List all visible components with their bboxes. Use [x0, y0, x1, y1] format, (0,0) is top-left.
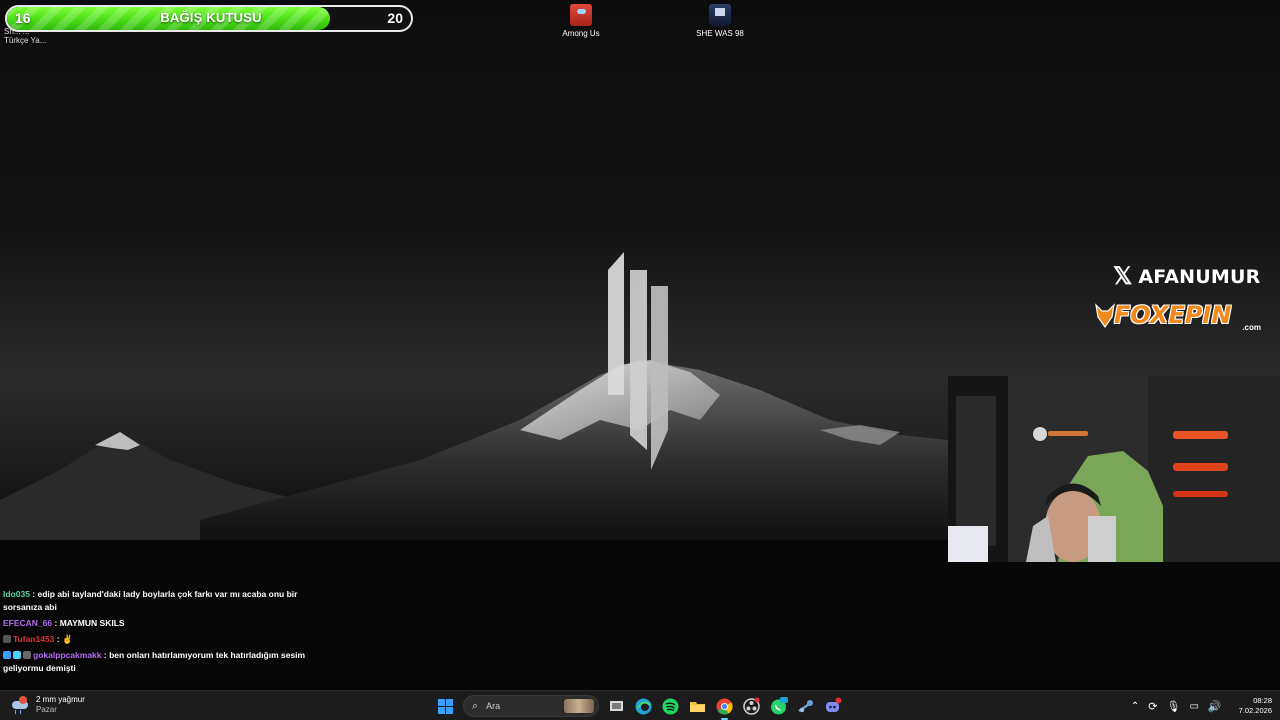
- x-logo-icon: 𝕏: [1113, 263, 1133, 290]
- desktop-icon-among-us[interactable]: Among Us: [546, 4, 616, 38]
- active-indicator: [721, 717, 728, 720]
- task-view-icon[interactable]: [607, 697, 626, 716]
- sponsor-name: FOXEPIN: [1114, 301, 1232, 329]
- clock-date: 7.02.2026: [1238, 706, 1272, 715]
- chat-text: : edip abi tayland'daki lady boylarla ço…: [3, 589, 298, 612]
- search-highlight-image: [564, 699, 594, 713]
- chat-message: Ido035 : edip abi tayland'daki lady boyl…: [3, 588, 333, 614]
- display-icon[interactable]: ▭: [1189, 701, 1198, 712]
- weather-condition: 2 mm yağmur: [36, 695, 85, 704]
- chevron-up-icon[interactable]: ⌃: [1131, 701, 1139, 712]
- webcam-scene: [948, 376, 1280, 562]
- file-explorer-icon[interactable]: [688, 697, 707, 716]
- chat-badge-icon: [3, 635, 11, 643]
- taskbar-search-box[interactable]: ⌕ Ara: [463, 695, 599, 717]
- among-us-icon: [570, 4, 592, 26]
- webcam-feed: [948, 376, 1280, 562]
- desktop-icon-she-was-98[interactable]: SHE WAS 98: [685, 4, 755, 38]
- rain-cloud-icon: [10, 695, 30, 715]
- chat-username: Tufan1453: [13, 634, 55, 644]
- donation-progress-bar: 16 BAĞIŞ KUTUSU 20: [5, 5, 413, 32]
- system-tray: ⌃ ⟳ 🎙 ▭ 🔊 08:28 7.02.2026: [1131, 694, 1272, 718]
- windows-start-icon[interactable]: [436, 697, 455, 716]
- chat-username: EFECAN_66: [3, 618, 53, 628]
- desktop-icon-label: Among Us: [562, 29, 600, 38]
- weather-day: Pazar: [36, 705, 57, 714]
- chat-badge-icon: [23, 651, 31, 659]
- taskbar-apps: ⌕ Ara: [436, 694, 842, 720]
- donation-title: BAĞIŞ KUTUSU: [160, 10, 262, 25]
- chat-message: EFECAN_66 : MAYMUN SKILS: [3, 617, 333, 630]
- obs-icon[interactable]: [742, 697, 761, 716]
- chat-text: : MAYMUN SKILS: [52, 618, 125, 628]
- streamer-handle: AFANUMUR: [1138, 266, 1261, 288]
- desktop-icon-label[interactable]: Sh... ...: [4, 27, 29, 36]
- taskbar: 2 mm yağmur Pazar ⌕ Ara ⌃ ⟳ 🎙 ▭ 🔊 08:28 …: [0, 690, 1280, 720]
- whatsapp-icon[interactable]: [769, 696, 788, 716]
- stream-chat: Ido035 : edip abi tayland'daki lady boyl…: [3, 588, 333, 678]
- taskbar-clock[interactable]: 08:28 7.02.2026: [1239, 696, 1272, 716]
- chat-badge-icon: [3, 651, 11, 659]
- mountain-wallpaper-art: [0, 252, 1280, 690]
- chat-badge-icon: [13, 651, 21, 659]
- edge-icon[interactable]: [634, 697, 653, 716]
- chat-username: gokalppcakmakk: [33, 650, 102, 660]
- microphone-icon[interactable]: 🎙: [1167, 700, 1181, 713]
- volume-icon[interactable]: 🔊: [1208, 700, 1222, 713]
- weather-widget[interactable]: 2 mm yağmur Pazar: [10, 695, 85, 715]
- steam-icon[interactable]: [796, 697, 815, 716]
- desktop-wallpaper: [0, 0, 1280, 690]
- desktop-icon-label[interactable]: Türkçe Ya...: [4, 36, 46, 45]
- discord-icon[interactable]: [823, 697, 842, 716]
- chat-message: gokalppcakmakk : ben onları hatırlamıyor…: [3, 649, 333, 675]
- fox-icon: [1095, 303, 1115, 329]
- chat-username: Ido035: [3, 589, 30, 599]
- chat-message: Tufan1453 : ✌: [3, 633, 333, 646]
- search-icon: ⌕: [472, 699, 479, 712]
- donation-goal-value: 20: [387, 10, 403, 26]
- chrome-icon[interactable]: [715, 697, 734, 720]
- sponsor-domain: .com: [1242, 323, 1261, 332]
- clock-time: 08:28: [1253, 696, 1272, 705]
- desktop-icon-label: SHE WAS 98: [696, 29, 744, 38]
- spotify-icon[interactable]: [661, 697, 680, 716]
- network-sync-icon[interactable]: ⟳: [1148, 700, 1157, 713]
- sponsor-logo: FOXEPIN .com: [1094, 299, 1269, 335]
- chat-text: : ✌: [54, 634, 73, 644]
- search-placeholder: Ara: [486, 701, 501, 711]
- twitter-handle-overlay: 𝕏 AFANUMUR: [1113, 265, 1273, 289]
- she-was-98-icon: [709, 4, 731, 26]
